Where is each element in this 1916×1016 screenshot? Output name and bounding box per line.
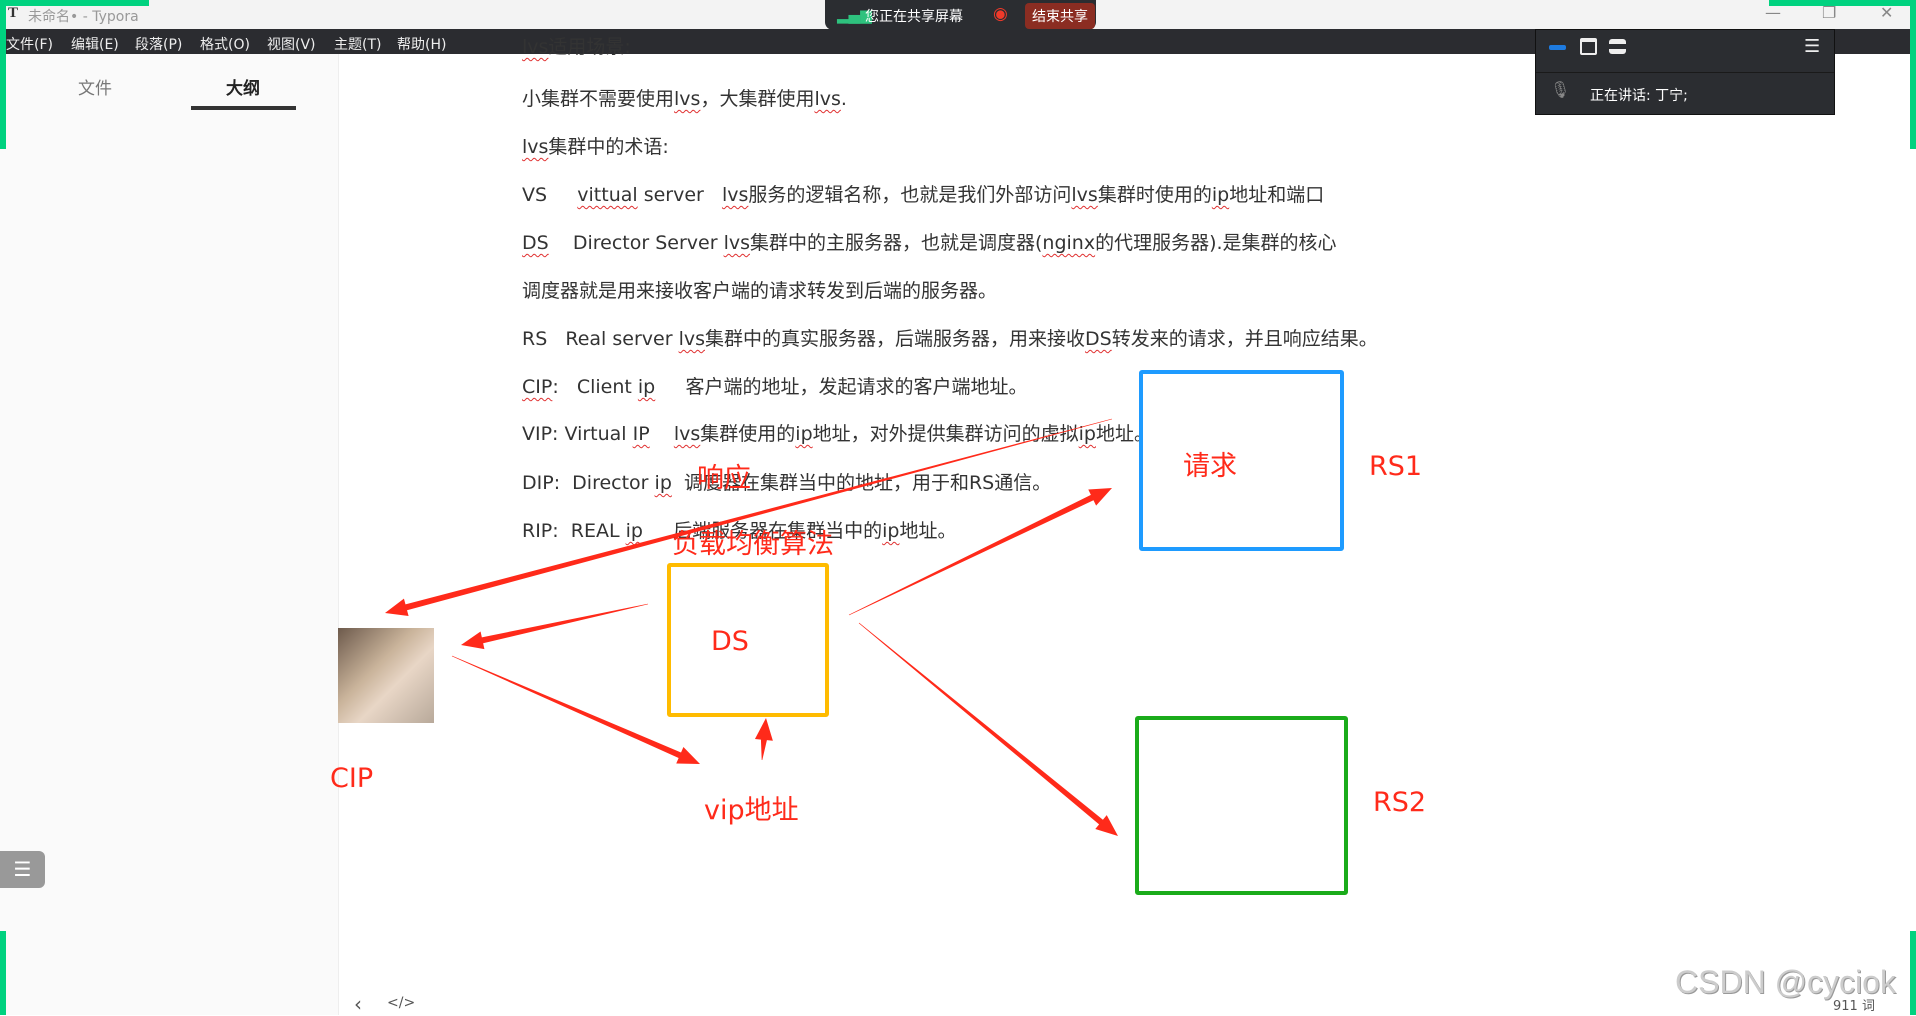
speaking-label: 正在讲话: <box>1590 88 1651 104</box>
window-title: 未命名• - Typora <box>28 9 139 25</box>
menu-format[interactable]: 格式(O) <box>200 34 250 54</box>
minimize-view-icon[interactable] <box>1549 45 1566 50</box>
window-view-icon[interactable] <box>1580 38 1597 55</box>
menu-theme[interactable]: 主题(T) <box>334 34 381 54</box>
label-vip: vip地址 <box>704 795 799 826</box>
menu-paragraph[interactable]: 段落(P) <box>135 34 182 54</box>
menu-edit[interactable]: 编辑(E) <box>71 34 119 54</box>
share-border-left-bottom <box>0 931 6 1015</box>
meeting-panel: ☰ 🎙 正在讲话: 丁宁; <box>1535 29 1835 115</box>
arrow-ds-to-client <box>461 603 649 650</box>
tab-outline[interactable]: 大纲 <box>226 74 260 99</box>
arrows-layer <box>385 418 1118 836</box>
screen-share-bar: ▂▄▆ 您正在共享屏幕 ◉ 结束共享 <box>825 0 1096 30</box>
back-icon[interactable]: ‹ <box>354 992 362 1016</box>
watermark: CSDN @cyciok <box>1675 964 1896 1000</box>
label-rs1: RS1 <box>1369 451 1423 482</box>
share-border-top-left <box>0 0 149 6</box>
source-mode-icon[interactable]: </> <box>387 995 415 1011</box>
share-border-left-top <box>0 0 6 149</box>
arrow-vip-to-ds <box>754 718 773 761</box>
typora-logo-icon: T <box>8 5 19 21</box>
share-border-right-bottom <box>1910 931 1916 1015</box>
end-share-button[interactable]: 结束共享 <box>1025 3 1095 29</box>
outline-toggle-icon[interactable]: ☰ <box>0 851 45 888</box>
tab-files[interactable]: 文件 <box>78 74 112 99</box>
arrow-client-to-vip <box>451 655 700 764</box>
label-request: 请求 <box>1183 451 1237 482</box>
expand-panel-icon[interactable]: ☰ <box>1804 36 1820 57</box>
label-response: 响应 <box>697 463 751 494</box>
label-rs2: RS2 <box>1373 787 1427 818</box>
microphone-icon[interactable]: 🎙 <box>1550 80 1570 99</box>
record-icon: ◉ <box>993 4 1008 24</box>
arrow-to-client-response <box>385 418 1113 617</box>
share-border-right-top <box>1910 0 1916 149</box>
menu-help[interactable]: 帮助(H) <box>397 34 446 54</box>
list-view-icon[interactable] <box>1609 39 1626 54</box>
label-load-balancing: 负载均衡算法 <box>672 529 834 560</box>
arrow-ds-to-rs2 <box>858 622 1118 836</box>
editor[interactable]: lvs适用场景: 小集群不需要使用lvs，大集群使用lvs. lvs集群中的术语: V… <box>330 36 1916 1016</box>
arrow-ds-to-rs1 <box>848 488 1112 616</box>
menu-view[interactable]: 视图(V) <box>267 34 316 54</box>
speaker-name: 丁宁; <box>1655 88 1688 104</box>
label-cip: CIP <box>330 763 374 794</box>
menu-file[interactable]: 文件(F) <box>6 34 53 54</box>
sidebar: 文件 大纲 ☰ <box>0 54 339 1015</box>
label-ds: DS <box>711 626 749 657</box>
share-border-top-right <box>1769 0 1916 6</box>
active-tab-indicator <box>191 106 296 110</box>
share-status: 您正在共享屏幕 <box>865 9 963 25</box>
